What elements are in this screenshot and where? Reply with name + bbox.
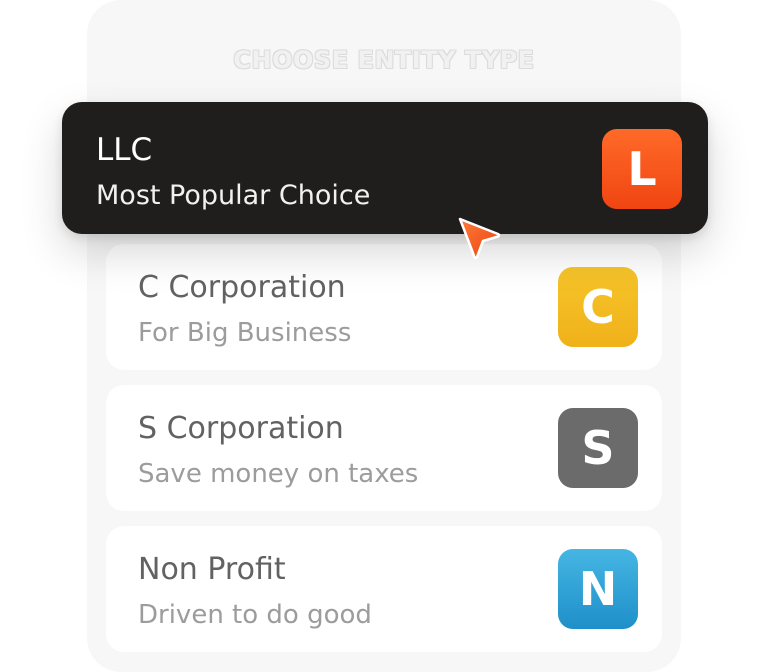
s-badge-icon: S: [558, 408, 638, 488]
c-badge-icon: C: [558, 267, 638, 347]
option-title: Non Profit: [138, 552, 286, 587]
option-subtitle: Driven to do good: [138, 600, 372, 630]
l-badge-icon: L: [602, 129, 682, 209]
option-title: C Corporation: [138, 270, 346, 305]
panel-title: CHOOSE ENTITY TYPE: [233, 46, 535, 74]
option-subtitle: For Big Business: [138, 318, 352, 348]
option-s-corporation[interactable]: S Corporation Save money on taxes S: [106, 385, 662, 511]
option-subtitle: Save money on taxes: [138, 459, 419, 489]
option-non-profit[interactable]: Non Profit Driven to do good N: [106, 526, 662, 652]
option-title: LLC: [96, 132, 153, 168]
option-c-corporation[interactable]: C Corporation For Big Business C: [106, 244, 662, 370]
option-title: S Corporation: [138, 411, 344, 446]
pointer-arrow-icon: [458, 217, 501, 260]
option-llc-selected[interactable]: LLC Most Popular Choice L: [62, 102, 708, 234]
option-subtitle: Most Popular Choice: [96, 180, 371, 211]
n-badge-icon: N: [558, 549, 638, 629]
